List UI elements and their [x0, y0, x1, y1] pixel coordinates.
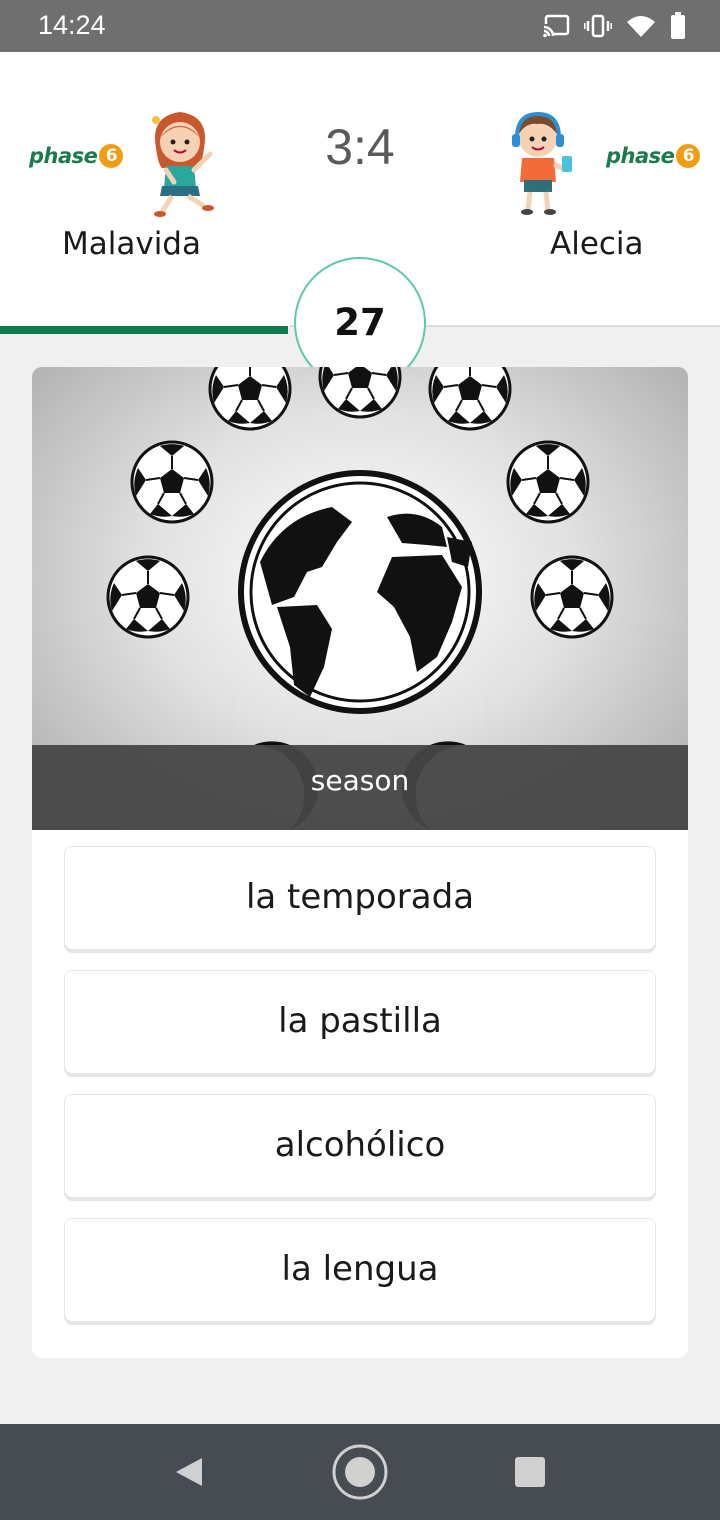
phase6-logo-right: phase 6 — [606, 144, 701, 168]
home-icon[interactable] — [330, 1424, 390, 1520]
back-icon[interactable] — [170, 1424, 210, 1520]
logo-digit: 6 — [676, 144, 701, 168]
status-bar: 14:24 — [0, 0, 720, 52]
player-right-name: Alecia — [550, 226, 644, 262]
round-progress-bar — [0, 326, 288, 334]
answer-option-2[interactable]: la pastilla — [64, 970, 656, 1074]
player-right-avatar — [500, 108, 580, 218]
battery-icon — [670, 12, 686, 40]
question-card: season la temporada la pastilla alcohóli… — [32, 367, 688, 1358]
logo-digit: 6 — [99, 144, 124, 168]
status-time: 14:24 — [38, 10, 106, 40]
cast-icon — [542, 14, 570, 38]
question-word: season — [310, 764, 410, 797]
logo-text: phase — [29, 144, 98, 168]
answer-option-3[interactable]: alcohólico — [64, 1094, 656, 1198]
recents-icon[interactable] — [512, 1424, 548, 1520]
wifi-icon — [626, 14, 656, 38]
answer-option-4[interactable]: la lengua — [64, 1218, 656, 1322]
logo-text: phase — [606, 144, 675, 168]
match-score: 3:4 — [325, 119, 395, 175]
phase6-logo-left: phase 6 — [29, 144, 124, 168]
answer-option-1[interactable]: la temporada — [64, 846, 656, 950]
player-left-name: Malavida — [62, 226, 201, 262]
vibrate-icon — [584, 14, 612, 38]
system-nav-bar — [0, 1424, 720, 1520]
question-image: season — [32, 367, 688, 830]
player-left-avatar — [140, 108, 220, 218]
